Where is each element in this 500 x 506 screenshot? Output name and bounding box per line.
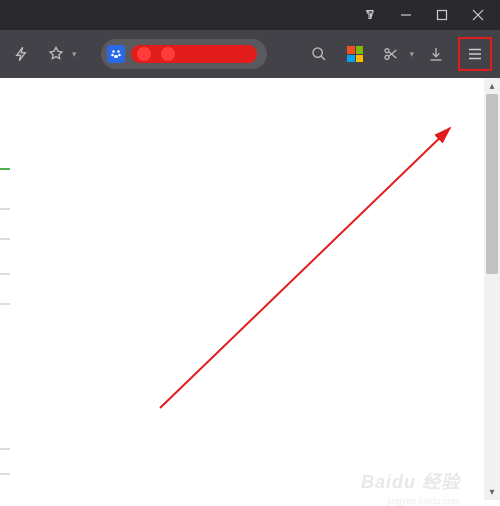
- address-text-redacted: [131, 45, 257, 63]
- minimize-button[interactable]: [388, 2, 424, 28]
- scissors-icon[interactable]: [377, 40, 405, 68]
- chevron-down-icon[interactable]: ▾: [409, 49, 414, 60]
- address-bar[interactable]: [101, 39, 267, 69]
- scroll-down-button[interactable]: ▾: [484, 484, 500, 500]
- flash-icon[interactable]: [8, 40, 36, 68]
- content-main: Baidu 经验 jingyan.baidu.com: [0, 78, 484, 500]
- close-window-button[interactable]: [460, 2, 496, 28]
- site-favicon: [107, 45, 125, 63]
- watermark-url: jingyan.baidu.com: [387, 496, 460, 506]
- search-icon[interactable]: [305, 40, 333, 68]
- maximize-button[interactable]: [424, 2, 460, 28]
- window-titlebar: [0, 0, 500, 30]
- browser-toolbar: ▾ ▾: [0, 30, 500, 78]
- scroll-up-button[interactable]: ▴: [484, 78, 500, 94]
- appearance-button[interactable]: [352, 2, 388, 28]
- annotation-arrow: [0, 78, 480, 498]
- chevron-down-icon[interactable]: ▾: [72, 49, 77, 60]
- star-icon[interactable]: [42, 40, 70, 68]
- download-icon[interactable]: [422, 40, 450, 68]
- microsoft-logo-icon[interactable]: [341, 40, 369, 68]
- vertical-scrollbar[interactable]: ▴ ▾: [484, 78, 500, 500]
- page-content: Baidu 经验 jingyan.baidu.com ▴ ▾: [0, 78, 500, 500]
- watermark-brand: Baidu 经验: [361, 468, 460, 494]
- scrollbar-thumb[interactable]: [486, 94, 498, 274]
- hamburger-menu-button[interactable]: [458, 37, 492, 71]
